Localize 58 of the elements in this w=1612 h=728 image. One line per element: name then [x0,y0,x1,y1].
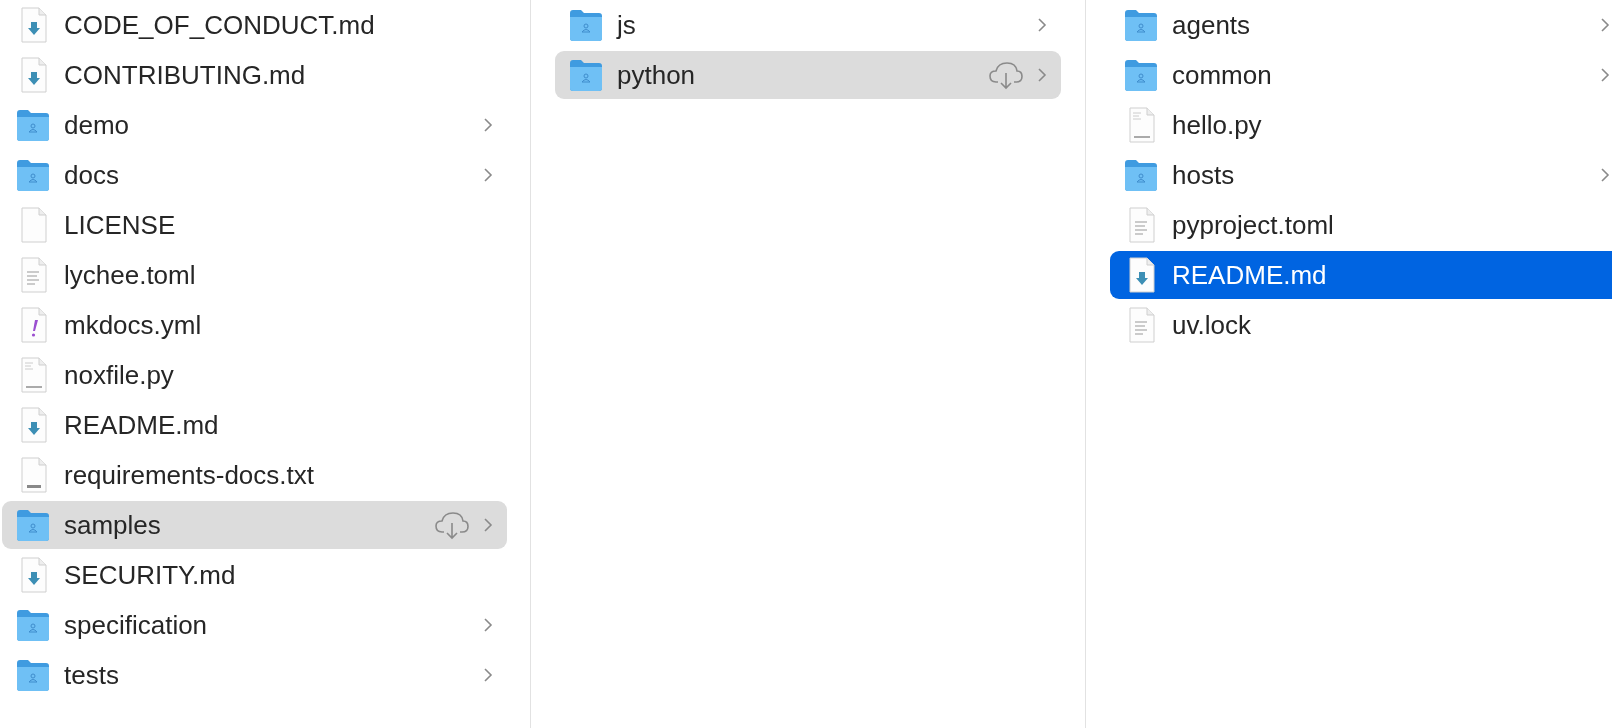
file-name: pyproject.toml [1172,209,1335,241]
folder-row[interactable]: docs [2,151,507,199]
folder-row[interactable]: js [555,1,1061,49]
folder-row[interactable]: python [555,51,1061,99]
chevron-right-icon [483,616,493,634]
folder-row[interactable]: common [1110,51,1612,99]
file-row[interactable]: CONTRIBUTING.md [2,51,507,99]
chevron-right-icon [483,666,493,684]
chevron-right-icon [1600,66,1610,84]
chevron-right-icon [483,166,493,184]
file-name: uv.lock [1172,309,1252,341]
file-name: CODE_OF_CONDUCT.md [64,9,376,41]
file-name: specification [64,609,209,641]
chevron-right-icon [483,516,493,534]
file-row[interactable]: noxfile.py [2,351,507,399]
file-row[interactable]: README.md [2,401,507,449]
file-row[interactable]: requirements-docs.txt [2,451,507,499]
chevron-right-icon [1037,16,1047,34]
file-name: mkdocs.yml [64,309,203,341]
folder-row[interactable]: agents [1110,1,1612,49]
folder-row[interactable]: tests [2,651,507,699]
file-row[interactable]: pyproject.toml [1110,201,1612,249]
file-name: requirements-docs.txt [64,459,315,491]
folder-row[interactable]: samples [2,501,507,549]
file-row[interactable]: SECURITY.md [2,551,507,599]
file-name: agents [1172,9,1252,41]
file-row[interactable]: uv.lock [1110,301,1612,349]
file-row[interactable]: mkdocs.yml [2,301,507,349]
cloud-download-icon[interactable] [988,60,1024,90]
file-name: js [617,9,637,41]
file-name: samples [64,509,162,541]
file-name: python [617,59,697,91]
folder-row[interactable]: specification [2,601,507,649]
file-name: hosts [1172,159,1236,191]
folder-row[interactable]: hosts [1110,151,1612,199]
file-row[interactable]: lychee.toml [2,251,507,299]
file-name: tests [64,659,120,691]
file-name: demo [64,109,131,141]
file-name: lychee.toml [64,259,197,291]
chevron-right-icon [1600,16,1610,34]
chevron-right-icon [483,116,493,134]
file-name: LICENSE [64,209,177,241]
file-name: README.md [1172,259,1328,291]
file-name: README.md [64,409,220,441]
cloud-download-icon[interactable] [434,510,470,540]
file-name: hello.py [1172,109,1263,141]
file-name: SECURITY.md [64,559,237,591]
file-row[interactable]: LICENSE [2,201,507,249]
file-name: CONTRIBUTING.md [64,59,307,91]
folder-row[interactable]: demo [2,101,507,149]
chevron-right-icon [1037,66,1047,84]
file-name: noxfile.py [64,359,175,391]
file-row[interactable]: README.md [1110,251,1612,299]
chevron-right-icon [1600,166,1610,184]
file-name: docs [64,159,120,191]
file-row[interactable]: CODE_OF_CONDUCT.md [2,1,507,49]
file-row[interactable]: hello.py [1110,101,1612,149]
file-name: common [1172,59,1273,91]
